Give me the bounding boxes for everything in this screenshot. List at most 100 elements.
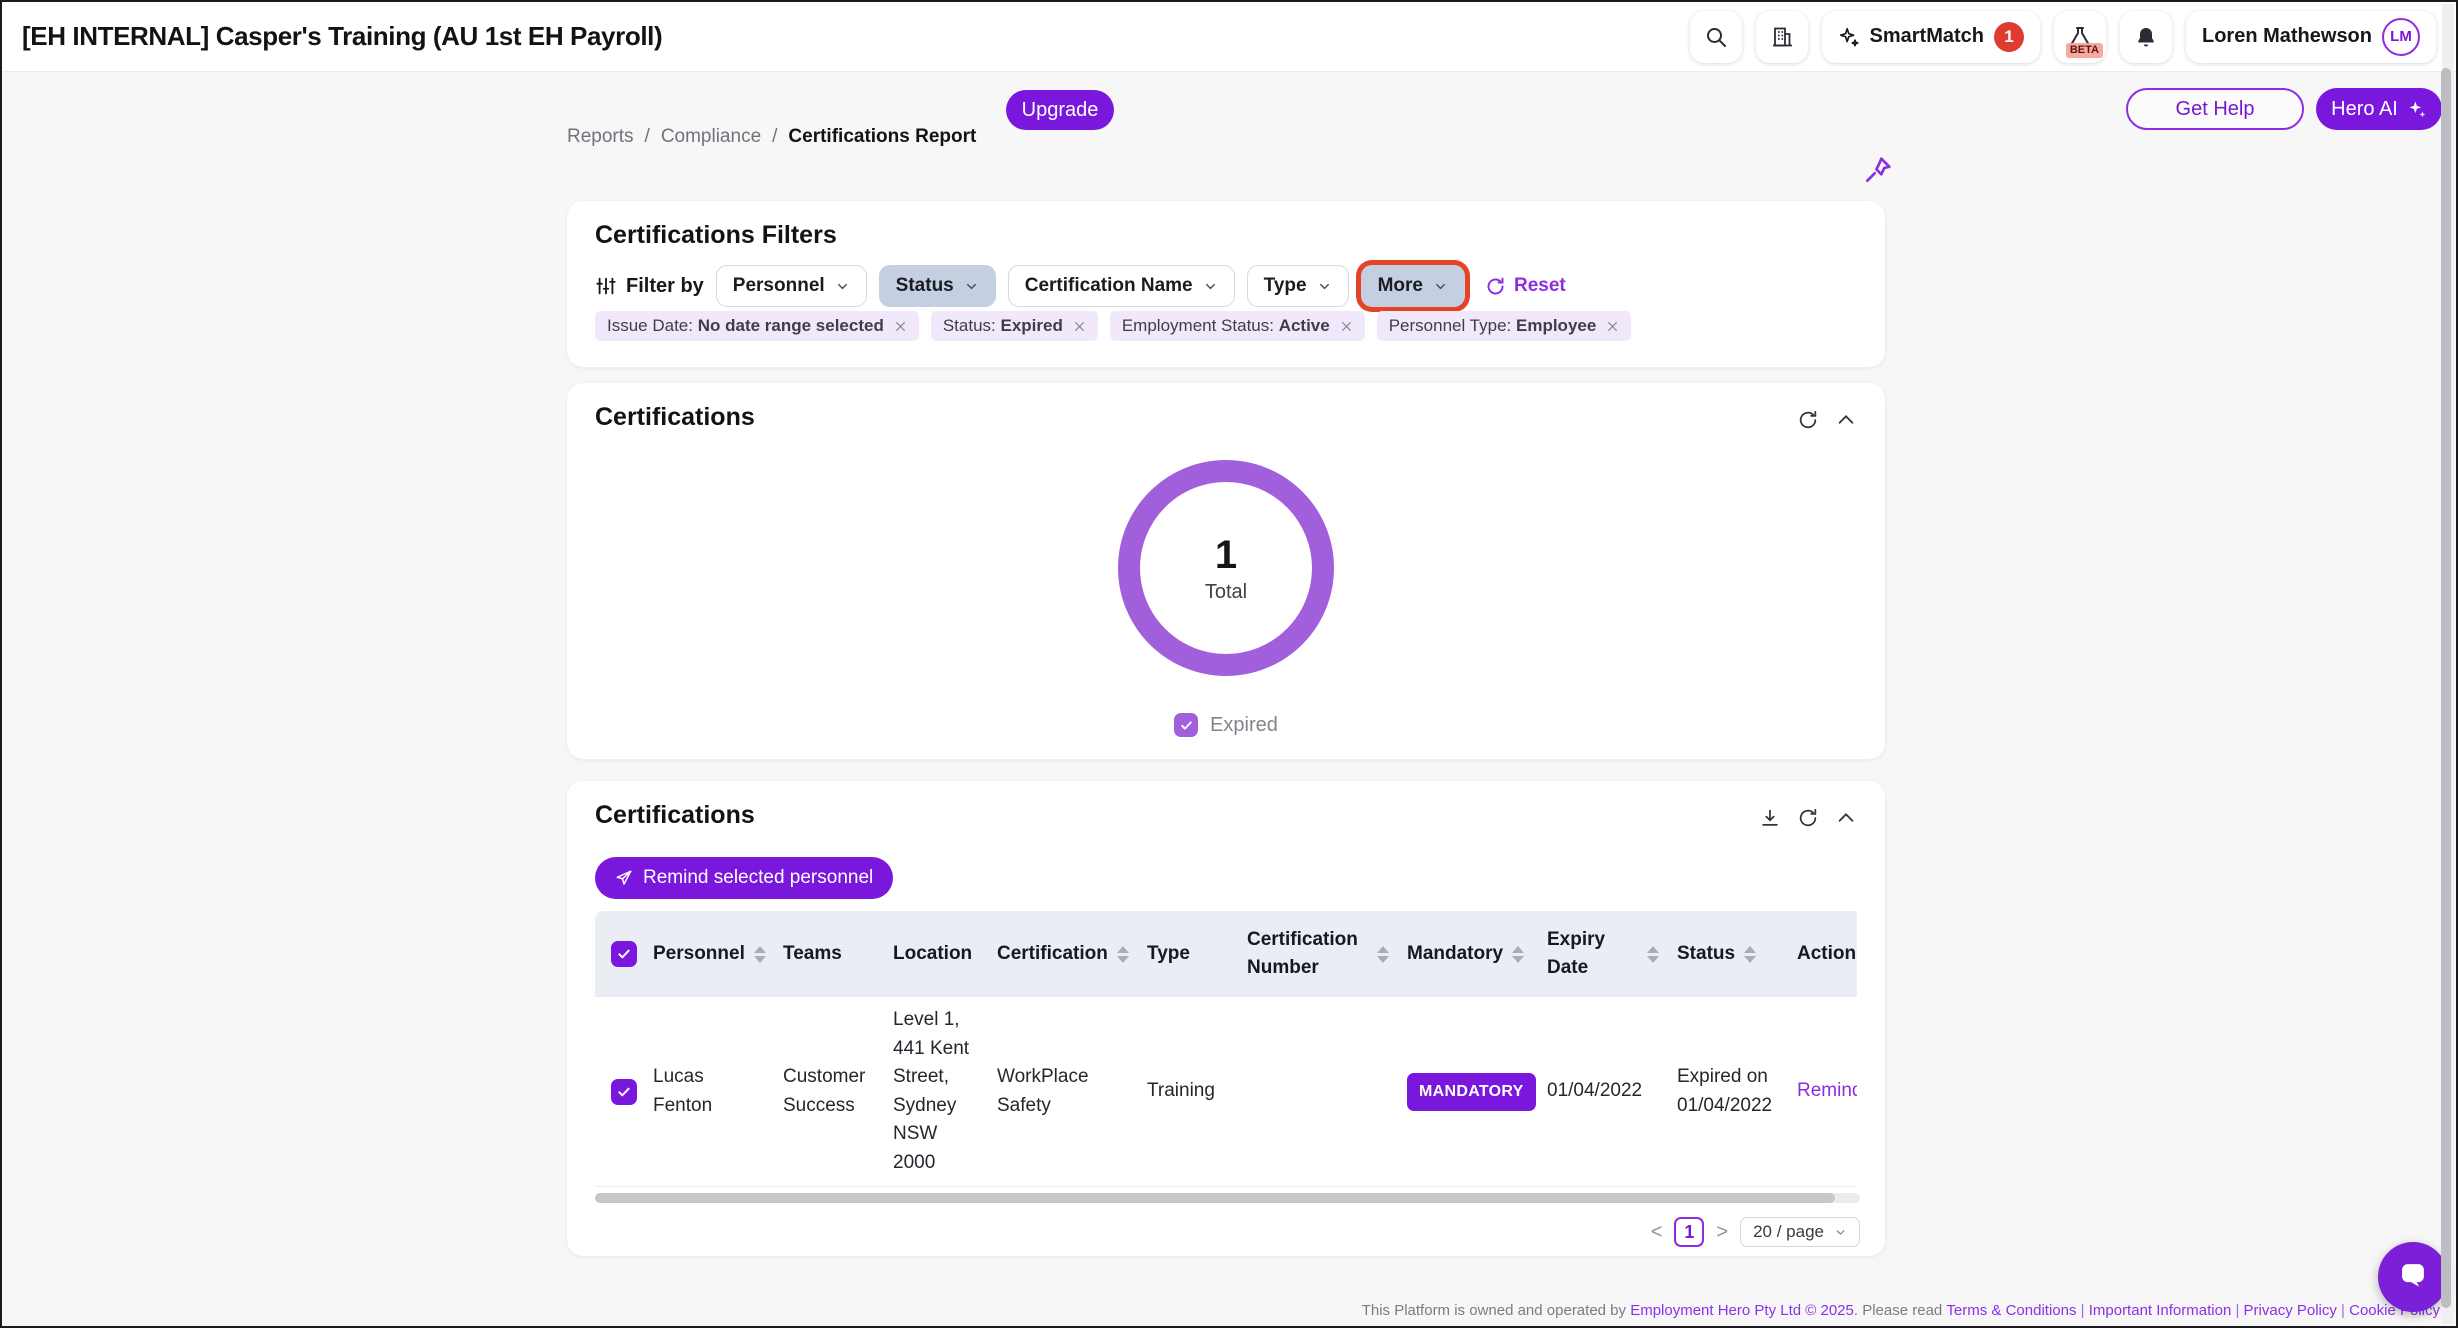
legend-expired-checkbox[interactable] (1174, 713, 1198, 737)
chip-employment-status: Employment Status: Active (1110, 311, 1365, 341)
collapse-icon[interactable] (1835, 409, 1857, 431)
labs-button[interactable]: BETA (2054, 11, 2106, 63)
sparkle-icon (2407, 99, 2427, 119)
check-icon (1179, 718, 1194, 733)
cell-expiry-date: 01/04/2022 (1547, 1077, 1677, 1106)
smartmatch-label: SmartMatch (1870, 25, 1984, 48)
breadcrumb-compliance[interactable]: Compliance (661, 126, 761, 148)
user-menu-button[interactable]: Loren Mathewson LM (2186, 11, 2436, 63)
column-header-type: Type (1147, 940, 1247, 969)
smartmatch-badge: 1 (1994, 22, 2024, 52)
hero-ai-label: Hero AI (2331, 98, 2398, 121)
organisation-button[interactable] (1756, 11, 1808, 63)
column-label: Expiry Date (1547, 926, 1638, 983)
footer-privacy-link[interactable]: Privacy Policy (2244, 1302, 2337, 1319)
certifications-table-card: Certifications Remind selected personnel (567, 781, 1885, 1256)
search-icon (1704, 25, 1728, 49)
page-number-button[interactable]: 1 (1674, 1217, 1704, 1247)
reset-filters-button[interactable]: Reset (1485, 275, 1566, 297)
column-header-certification[interactable]: Certification (997, 940, 1147, 969)
sort-icon (1512, 946, 1524, 963)
column-label: Mandatory (1407, 940, 1503, 969)
filter-personnel-label: Personnel (733, 275, 825, 297)
close-icon[interactable] (1606, 320, 1619, 333)
filter-by-label-group: Filter by (595, 275, 704, 298)
column-label: Location (893, 940, 972, 969)
close-icon[interactable] (1073, 320, 1086, 333)
column-label: Personnel (653, 940, 745, 969)
row-checkbox[interactable] (611, 1079, 637, 1105)
footer-separator: | (2337, 1302, 2349, 1319)
footer-important-info-link[interactable]: Important Information (2089, 1302, 2232, 1319)
column-header-mandatory[interactable]: Mandatory (1407, 940, 1547, 969)
column-label: Status (1677, 940, 1735, 969)
breadcrumb-current-page: Certifications Report (788, 126, 976, 148)
cell-location: Level 1, 441 Kent Street, Sydney NSW 200… (893, 1006, 997, 1177)
close-icon[interactable] (1340, 320, 1353, 333)
sort-icon (1117, 946, 1129, 963)
chevron-down-icon (835, 279, 850, 294)
beta-badge: BETA (2066, 43, 2103, 58)
filter-certification-name-button[interactable]: Certification Name (1008, 265, 1235, 307)
check-icon (616, 946, 632, 962)
chat-bubble-icon (2395, 1259, 2431, 1295)
search-button[interactable] (1690, 11, 1742, 63)
sort-icon (754, 946, 766, 963)
filter-personnel-button[interactable]: Personnel (716, 265, 867, 307)
vertical-scrollbar-thumb[interactable] (2441, 68, 2451, 1308)
upgrade-button[interactable]: Upgrade (1006, 90, 1114, 130)
column-header-personnel[interactable]: Personnel (653, 940, 783, 969)
smartmatch-button[interactable]: SmartMatch 1 (1822, 11, 2040, 63)
app-window: [EH INTERNAL] Casper's Training (AU 1st … (0, 0, 2458, 1328)
footer-terms-link[interactable]: Terms & Conditions (1946, 1302, 2076, 1319)
breadcrumb: Reports / Compliance / Certifications Re… (567, 126, 976, 148)
filter-more-button[interactable]: More (1361, 265, 1465, 307)
page-size-select[interactable]: 20 / page (1740, 1217, 1860, 1247)
filter-type-button[interactable]: Type (1247, 265, 1349, 307)
sort-icon (1647, 946, 1659, 963)
column-header-teams: Teams (783, 940, 893, 969)
applied-filter-chips: Issue Date: No date range selected Statu… (595, 311, 1631, 341)
refresh-icon[interactable] (1797, 409, 1819, 431)
column-header-status[interactable]: Status (1677, 940, 1797, 969)
horizontal-scrollbar (595, 1193, 1860, 1203)
footer-company-link[interactable]: Employment Hero Pty Ltd © 2025 (1630, 1302, 1854, 1319)
filters-card-title: Certifications Filters (595, 221, 837, 250)
download-icon[interactable] (1759, 807, 1781, 829)
close-icon[interactable] (894, 320, 907, 333)
get-help-button[interactable]: Get Help (2126, 88, 2304, 130)
chevron-down-icon (1317, 279, 1332, 294)
reset-label: Reset (1514, 275, 1566, 297)
donut-total-label: Total (1205, 581, 1247, 604)
collapse-icon[interactable] (1835, 807, 1857, 829)
filter-status-button[interactable]: Status (879, 265, 996, 307)
column-header-certification-number[interactable]: Certification Number (1247, 926, 1407, 983)
table-card-title: Certifications (595, 801, 755, 830)
column-label: Action (1797, 940, 1856, 969)
hero-ai-button[interactable]: Hero AI (2316, 88, 2442, 130)
column-header-expiry-date[interactable]: Expiry Date (1547, 926, 1677, 983)
refresh-icon[interactable] (1797, 807, 1819, 829)
chevron-down-icon (964, 279, 979, 294)
chat-launcher-button[interactable] (2378, 1242, 2448, 1312)
breadcrumb-reports[interactable]: Reports (567, 126, 634, 148)
select-all-checkbox[interactable] (611, 941, 637, 967)
filter-sliders-icon (595, 275, 617, 297)
chip-status: Status: Expired (931, 311, 1098, 341)
previous-page-button[interactable]: < (1651, 1221, 1663, 1244)
certifications-donut-chart: 1 Total (1118, 460, 1334, 676)
cell-mandatory: MANDATORY (1407, 1073, 1547, 1111)
table-row: Lucas Fenton Customer Success Level 1, 4… (595, 997, 1857, 1187)
chip-personnel-type: Personnel Type: Employee (1377, 311, 1632, 341)
legend-expired-label: Expired (1210, 714, 1278, 737)
chip-label: Issue Date: (607, 316, 698, 336)
chip-label: Status: (943, 316, 1001, 336)
next-page-button[interactable]: > (1716, 1221, 1728, 1244)
remind-link[interactable]: Remind (1797, 1077, 1857, 1106)
horizontal-scrollbar-thumb[interactable] (595, 1193, 1835, 1203)
pin-report-button[interactable] (1862, 154, 1894, 186)
remind-selected-personnel-button[interactable]: Remind selected personnel (595, 857, 893, 899)
table-card-actions (1759, 807, 1857, 829)
notifications-button[interactable] (2120, 11, 2172, 63)
certifications-filters-card: Certifications Filters Filter by Personn… (567, 201, 1885, 367)
